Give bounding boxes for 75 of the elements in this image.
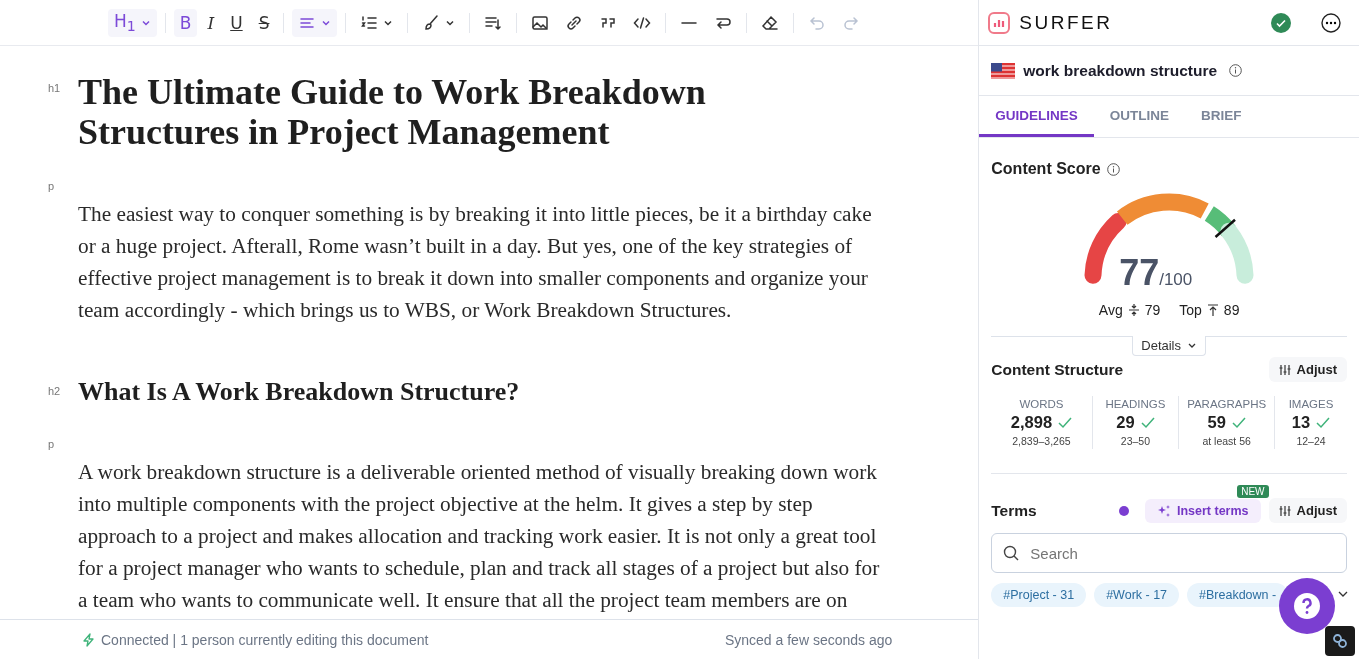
sync-status: Synced a few seconds ago <box>724 631 893 648</box>
score-max: /100 <box>1159 270 1193 290</box>
section-title: Content Structure <box>991 360 1124 379</box>
average-score: Avg <box>1098 302 1123 318</box>
underline-button[interactable]: U <box>224 8 249 37</box>
document-title: The Ultimate Guide to Work Breakdown Structures in Project Management <box>78 72 707 152</box>
more-button[interactable] <box>1321 12 1341 33</box>
score-value: 77 <box>1119 252 1160 294</box>
stat-value: 2,898 <box>1010 413 1053 432</box>
logo-icon <box>987 10 1012 35</box>
adjust-button[interactable]: Adjust <box>1268 498 1347 523</box>
chain-link-icon <box>1332 633 1348 649</box>
connection-status: Connected | 1 person currently editing this document <box>101 631 429 648</box>
section-title: Content Score <box>991 160 1101 178</box>
flag-icon <box>991 62 1016 79</box>
stat-range: 23–50 <box>1120 435 1151 447</box>
tab[interactable]: GUIDELINES <box>979 96 1094 137</box>
stat-range: at least 56 <box>1202 435 1251 447</box>
stat-label: PARAGRAPHS <box>1187 398 1267 410</box>
search-field[interactable]: Search <box>991 533 1347 573</box>
sliders-icon <box>1278 363 1291 376</box>
adjust-button[interactable]: Adjust <box>1268 357 1347 382</box>
section-heading: What Is A Work Breakdown Structure? <box>78 376 521 408</box>
lightning-icon <box>82 632 95 647</box>
brush-icon <box>422 13 441 32</box>
chevron-down-icon[interactable] <box>1337 589 1349 599</box>
search-icon <box>1003 545 1020 561</box>
heading-dropdown[interactable]: H$_{1}$ <box>108 8 157 37</box>
help-button[interactable] <box>1279 578 1335 634</box>
sparkle-icon <box>1157 503 1171 518</box>
new-badge: NEW <box>1237 484 1269 498</box>
block-type-label: p <box>48 180 55 192</box>
italic-button[interactable]: I <box>201 8 221 37</box>
paragraph: A work breakdown structure is a deliverable oriented method of visually breaking down work into multiple components with the project objective at the helm. It gives a step by step approach to a project and makes allocation and tracking work easier. It is not only a great tool for a project manager who wants to schedule, plan and track all stages of a project but also for a team who wants to communicate well. It ensure that all the project team members are on <box>78 459 881 614</box>
check-icon <box>1271 12 1291 33</box>
term-chip[interactable]: #Project - 31 <box>991 583 1087 607</box>
info-icon[interactable] <box>1229 64 1243 77</box>
list-icon <box>360 13 379 32</box>
sliders-icon <box>1278 504 1291 517</box>
brand-name: SURFER <box>1019 11 1113 34</box>
more-icon <box>1321 12 1341 33</box>
stat-value: 59 <box>1207 413 1226 432</box>
strikethrough-button[interactable]: S <box>252 8 276 37</box>
image-icon <box>531 13 550 32</box>
tab[interactable]: BRIEF <box>1185 96 1258 137</box>
stat-range: 12–24 <box>1296 435 1326 447</box>
stat-label: WORDS <box>1019 398 1064 410</box>
link-button[interactable] <box>1325 626 1355 656</box>
insert-terms-button[interactable]: Insert terms <box>1145 498 1261 523</box>
top-score: Top <box>1179 302 1202 318</box>
eraser-icon <box>761 13 780 32</box>
info-icon[interactable] <box>1106 162 1120 176</box>
block-type-label: h2 <box>48 385 61 397</box>
stat-label: HEADINGS <box>1105 398 1166 410</box>
block-type-label: p <box>48 438 55 450</box>
stat-range: 2,839–3,265 <box>1012 435 1071 447</box>
rule-icon <box>680 20 699 25</box>
stat-label: IMAGES <box>1288 398 1334 410</box>
top-score: 89 <box>1223 302 1240 318</box>
question-icon <box>1294 593 1320 619</box>
status-dot <box>1119 505 1129 516</box>
tab[interactable]: OUTLINE <box>1093 96 1186 137</box>
bold-button[interactable]: B <box>173 8 198 37</box>
align-dropdown[interactable] <box>292 8 338 37</box>
paragraph: The easiest way to conquer something is by breaking it into little pieces, be it a birthday cake or a huge project. Afterall, Rome wasn’t built in a day. But yes, one of the key strategies of effective project management is to break it down into smaller components and organize your team accordingly - which brings us to WBS, or Work Breakdown Structures. <box>78 201 873 324</box>
term-chip[interactable]: #Work - 17 <box>1094 583 1180 607</box>
average-icon <box>1127 303 1140 317</box>
stat-value: 13 <box>1291 413 1311 432</box>
average-score: 79 <box>1144 302 1161 318</box>
section-title: Terms <box>991 501 1037 520</box>
stat-value: 29 <box>1116 413 1135 432</box>
keyword: work breakdown structure <box>1023 61 1218 80</box>
block-type-label: h1 <box>48 82 61 94</box>
arrow-up-icon <box>1206 303 1219 317</box>
details-button[interactable]: Details <box>1132 336 1206 356</box>
